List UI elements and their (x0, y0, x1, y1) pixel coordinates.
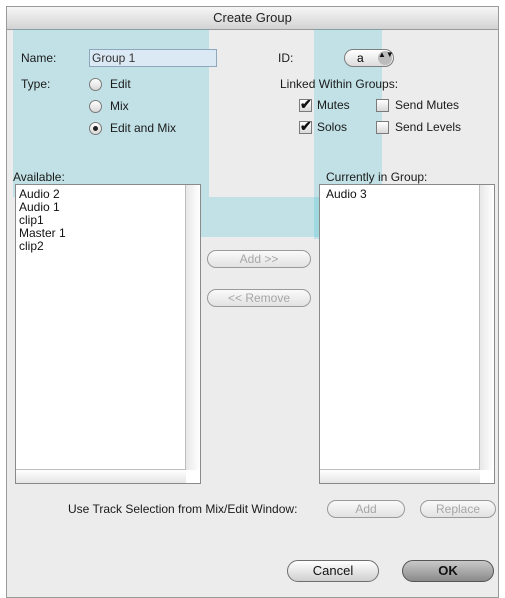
available-vertical-scrollbar[interactable] (185, 185, 200, 470)
id-popup[interactable]: a ▲▼ (344, 49, 394, 67)
checkmark-icon: ✔ (300, 96, 312, 112)
radio-mix-label: Mix (110, 99, 129, 113)
send-levels-checkbox[interactable] (376, 121, 389, 134)
list-item[interactable]: Audio 3 (326, 187, 367, 201)
send-mutes-label: Send Mutes (395, 98, 460, 112)
title-bar[interactable]: Create Group (7, 7, 498, 30)
current-group-list[interactable]: Audio 3 (319, 184, 495, 484)
window-title: Create Group (213, 10, 292, 25)
id-label: ID: (278, 51, 294, 65)
cancel-button[interactable]: Cancel (287, 560, 379, 582)
available-list[interactable]: Audio 2 Audio 1 clip1 Master 1 clip2 (15, 184, 201, 484)
popup-arrows-icon: ▲▼ (378, 51, 394, 65)
radio-edit-and-mix-label: Edit and Mix (110, 121, 177, 135)
list-item[interactable]: Master 1 (19, 226, 66, 240)
radio-edit-label: Edit (110, 77, 131, 91)
list-item[interactable]: clip1 (19, 213, 44, 227)
linked-within-groups-label: Linked Within Groups: (280, 77, 399, 91)
radio-edit-and-mix[interactable] (89, 122, 102, 135)
list-item[interactable]: Audio 2 (19, 187, 60, 201)
name-field[interactable]: Group 1 (89, 49, 217, 67)
id-value: a (357, 51, 364, 65)
radio-mix[interactable] (89, 100, 102, 113)
radio-edit[interactable] (89, 78, 102, 91)
checkmark-icon: ✔ (300, 118, 312, 134)
solos-label: Solos (317, 120, 348, 134)
list-item[interactable]: clip2 (19, 239, 44, 253)
available-label: Available: (13, 170, 65, 184)
solos-checkbox[interactable]: ✔ (299, 118, 312, 134)
type-label: Type: (21, 77, 51, 91)
add-to-group-button[interactable]: Add >> (207, 250, 311, 268)
list-item[interactable]: Audio 1 (19, 200, 60, 214)
track-selection-replace-button[interactable]: Replace (420, 500, 496, 518)
track-selection-add-button[interactable]: Add (327, 500, 405, 518)
mutes-label: Mutes (317, 98, 350, 112)
remove-from-group-button[interactable]: << Remove (207, 289, 311, 307)
current-vertical-scrollbar[interactable] (479, 185, 494, 470)
ok-button[interactable]: OK (402, 560, 494, 582)
currently-in-group-label: Currently in Group: (326, 170, 428, 184)
name-label: Name: (21, 51, 57, 65)
available-horizontal-scrollbar[interactable] (16, 469, 186, 483)
send-mutes-checkbox[interactable] (376, 99, 389, 112)
track-selection-label: Use Track Selection from Mix/Edit Window… (68, 502, 298, 516)
send-levels-label: Send Levels (395, 120, 462, 134)
mutes-checkbox[interactable]: ✔ (299, 96, 312, 112)
current-horizontal-scrollbar[interactable] (320, 469, 480, 483)
create-group-dialog: Create Group Name: Group 1 ID: a ▲▼ Type… (6, 6, 499, 598)
